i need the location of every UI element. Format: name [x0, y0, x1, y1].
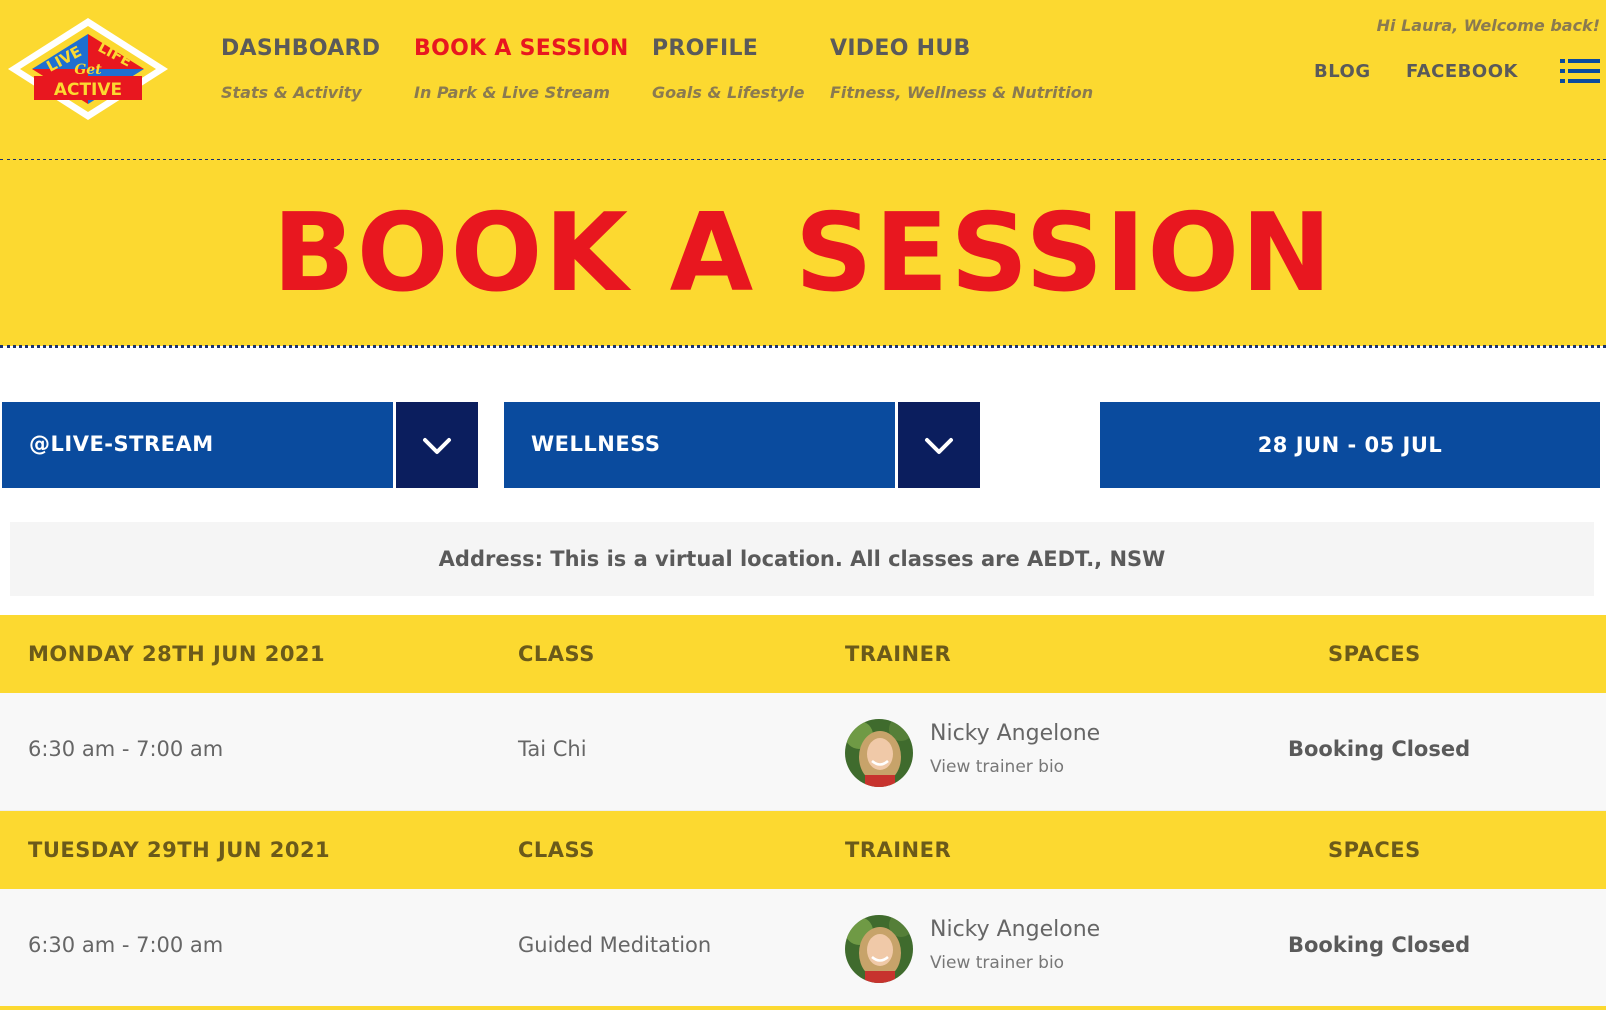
session-class: Tai Chi: [518, 737, 587, 761]
trainer-avatar[interactable]: [845, 719, 913, 787]
logo-get-text: Get: [74, 62, 102, 78]
column-trainer-header: TRAINER: [845, 642, 952, 666]
nav-dashboard-subtitle: Stats & Activity: [221, 83, 362, 102]
column-class-header: CLASS: [518, 642, 595, 666]
page-title: BOOK A SESSION: [272, 191, 1334, 316]
site-header: LIVE LIFE Get ACTIVE DASHBOARD Stats & A…: [0, 0, 1606, 160]
live-life-active-logo[interactable]: LIVE LIFE Get ACTIVE: [4, 14, 172, 124]
nav-dashboard-title: DASHBOARD: [221, 36, 381, 61]
address-banner: Address: This is a virtual location. All…: [10, 522, 1594, 596]
logo-active-text: ACTIVE: [54, 80, 122, 100]
column-class-header: CLASS: [518, 838, 595, 862]
column-spaces-header: SPACES: [1328, 838, 1421, 862]
location-dropdown-button[interactable]: [396, 402, 478, 488]
chevron-down-icon: [423, 438, 451, 454]
column-spaces-header: SPACES: [1328, 642, 1421, 666]
welcome-message: Hi Laura, Welcome back!: [1376, 16, 1600, 35]
facebook-link[interactable]: FACEBOOK: [1406, 61, 1518, 82]
location-select[interactable]: @LIVE-STREAM: [2, 402, 393, 488]
day-label: TUESDAY 29TH JUN 2021: [28, 838, 331, 862]
column-trainer-header: TRAINER: [845, 838, 952, 862]
nav-video-hub-subtitle: Fitness, Wellness & Nutrition: [830, 83, 1094, 102]
nav-video-hub-title: VIDEO HUB: [830, 36, 971, 61]
category-dropdown-button[interactable]: [898, 402, 980, 488]
day-header: MONDAY 28TH JUN 2021 CLASS TRAINER SPACE…: [0, 615, 1606, 693]
nav-profile-title: PROFILE: [652, 36, 759, 61]
hamburger-list-icon[interactable]: [1560, 58, 1600, 84]
booking-status: Booking Closed: [1288, 737, 1471, 761]
nav-profile-subtitle: Goals & Lifestyle: [652, 83, 805, 102]
day-header: TUESDAY 29TH JUN 2021 CLASS TRAINER SPAC…: [0, 811, 1606, 889]
session-row: 6:30 am - 7:00 am Guided Meditation Nick…: [0, 889, 1606, 1007]
session-class: Guided Meditation: [518, 933, 712, 957]
view-trainer-bio-link[interactable]: View trainer bio: [930, 953, 1064, 973]
trainer-name: Nicky Angelone: [930, 721, 1101, 746]
category-select[interactable]: WELLNESS: [504, 402, 895, 488]
nav-video-hub[interactable]: VIDEO HUB Fitness, Wellness & Nutrition: [830, 36, 1093, 102]
trainer-avatar[interactable]: [845, 915, 913, 983]
booking-status: Booking Closed: [1288, 933, 1471, 957]
next-day-header-edge: [0, 1006, 1606, 1010]
session-row: 6:30 am - 7:00 am Tai Chi Nicky Angelone…: [0, 693, 1606, 811]
session-time: 6:30 am - 7:00 am: [28, 737, 224, 761]
nav-profile[interactable]: PROFILE Goals & Lifestyle: [652, 36, 804, 102]
hero-banner: BOOK A SESSION: [0, 160, 1606, 346]
location-select-value: @LIVE-STREAM: [29, 432, 214, 456]
nav-book-a-session[interactable]: BOOK A SESSION In Park & Live Stream: [414, 36, 629, 102]
view-trainer-bio-link[interactable]: View trainer bio: [930, 757, 1064, 777]
hero-divider: [0, 345, 1606, 348]
chevron-down-icon: [925, 438, 953, 454]
nav-book-a-session-title: BOOK A SESSION: [414, 36, 629, 61]
category-select-value: WELLNESS: [531, 432, 661, 456]
blog-link[interactable]: BLOG: [1314, 61, 1371, 82]
nav-book-a-session-subtitle: In Park & Live Stream: [414, 83, 610, 102]
nav-dashboard[interactable]: DASHBOARD Stats & Activity: [221, 36, 380, 102]
date-range-button[interactable]: 28 JUN - 05 JUL: [1100, 402, 1600, 488]
day-label: MONDAY 28TH JUN 2021: [28, 642, 326, 666]
trainer-name: Nicky Angelone: [930, 917, 1101, 942]
session-time: 6:30 am - 7:00 am: [28, 933, 224, 957]
